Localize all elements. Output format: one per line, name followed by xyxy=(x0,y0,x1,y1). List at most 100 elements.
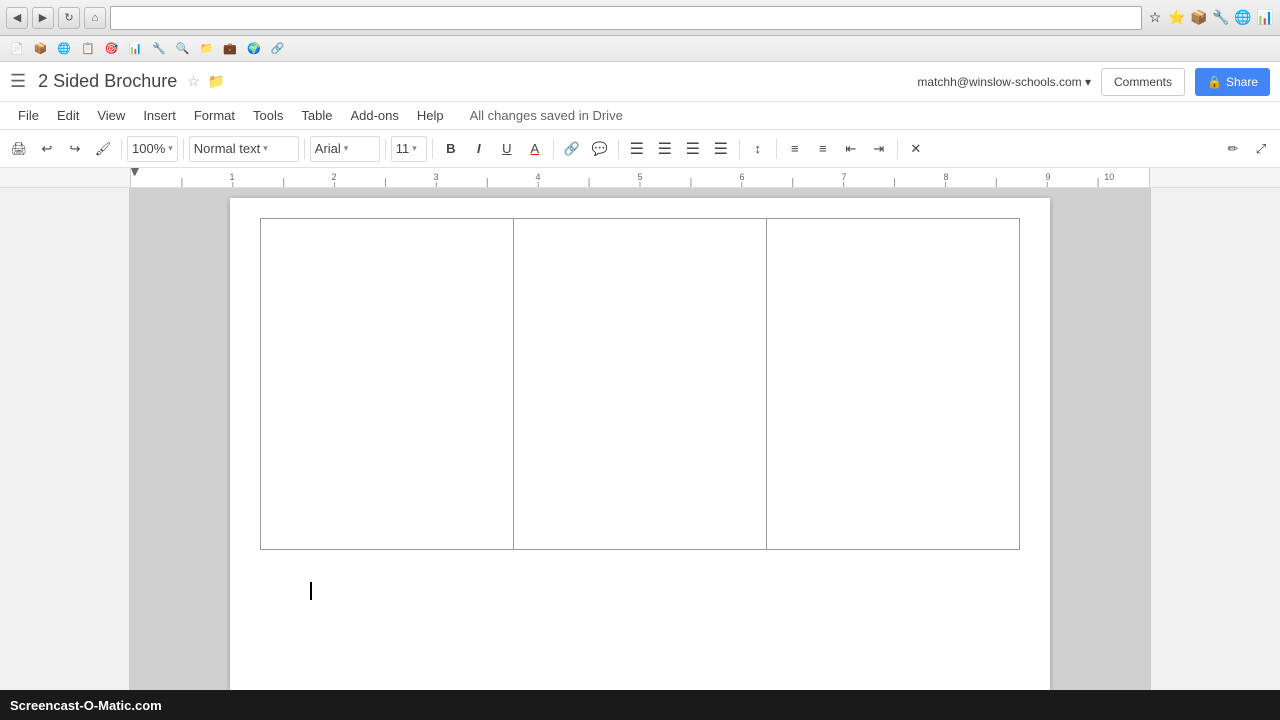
menu-addons[interactable]: Add-ons xyxy=(342,105,406,126)
separator-3 xyxy=(304,139,305,159)
comments-button[interactable]: Comments xyxy=(1101,68,1185,96)
bookmark-star-icon[interactable]: ☆ xyxy=(1146,9,1164,27)
share-button[interactable]: 🔒 Share xyxy=(1195,68,1270,96)
paragraph-style-dropdown[interactable]: Normal text ▾ xyxy=(189,136,299,162)
style-arrow-icon: ▾ xyxy=(263,143,268,154)
insert-comment-button[interactable]: 💬 xyxy=(587,136,613,162)
menu-bar: File Edit View Insert Format Tools Table… xyxy=(0,102,1280,130)
zoom-dropdown[interactable]: 100% ▾ xyxy=(127,136,178,162)
address-bar[interactable]: https://docs.google.com/a/winslow-school… xyxy=(110,6,1142,30)
line-spacing-button[interactable]: ↕ xyxy=(745,136,771,162)
ruler: 1 2 3 4 5 6 7 8 9 10 xyxy=(0,168,1280,188)
print-button[interactable]: 🖨 xyxy=(6,136,32,162)
text-color-button[interactable]: A xyxy=(522,136,548,162)
menu-help[interactable]: Help xyxy=(409,105,452,126)
undo-button[interactable]: ↩ xyxy=(34,136,60,162)
extension-icon-2[interactable]: 📦 xyxy=(1190,9,1208,27)
separator-2 xyxy=(183,139,184,159)
bookmark-6[interactable]: 📊 xyxy=(125,39,147,59)
paint-format-button[interactable]: 🖌 xyxy=(90,136,116,162)
menu-edit[interactable]: Edit xyxy=(49,105,87,126)
menu-insert[interactable]: Insert xyxy=(135,105,184,126)
table-cell-3[interactable] xyxy=(767,219,1019,549)
align-center-button[interactable]: ☰ xyxy=(652,136,678,162)
bookmark-11[interactable]: 🌍 xyxy=(243,39,265,59)
extension-icon-5[interactable]: 📊 xyxy=(1256,9,1274,27)
bookmark-7[interactable]: 🔧 xyxy=(148,39,170,59)
bookmark-8[interactable]: 🔍 xyxy=(172,39,194,59)
user-email[interactable]: matchh@winslow-schools.com ▾ xyxy=(917,75,1091,89)
extension-icon-1[interactable]: ⭐ xyxy=(1168,9,1186,27)
menu-view[interactable]: View xyxy=(89,105,133,126)
separator-1 xyxy=(121,139,122,159)
separator-6 xyxy=(553,139,554,159)
expand-toolbar-button[interactable]: ⤢ xyxy=(1248,136,1274,162)
bookmark-12[interactable]: 🔗 xyxy=(267,39,289,59)
document-page xyxy=(230,198,1050,690)
table-cell-1[interactable] xyxy=(261,219,514,549)
separator-4 xyxy=(385,139,386,159)
increase-indent-button[interactable]: ⇥ xyxy=(866,136,892,162)
menu-table[interactable]: Table xyxy=(293,105,340,126)
saved-status: All changes saved in Drive xyxy=(470,108,623,123)
zoom-arrow-icon: ▾ xyxy=(168,143,173,154)
forward-button[interactable]: ▶ xyxy=(32,7,54,29)
insert-link-button[interactable]: 🔗 xyxy=(559,136,585,162)
separator-9 xyxy=(776,139,777,159)
font-size-value: 11 xyxy=(396,141,410,156)
menu-tools[interactable]: Tools xyxy=(245,105,291,126)
hamburger-menu-icon[interactable]: ☰ xyxy=(10,71,26,92)
separator-7 xyxy=(618,139,619,159)
numbered-list-button[interactable]: ≡ xyxy=(782,136,808,162)
align-left-button[interactable]: ☰ xyxy=(624,136,650,162)
bookmark-4[interactable]: 📋 xyxy=(77,39,99,59)
app-header: ☰ 2 Sided Brochure ☆ 📁 matchh@winslow-sc… xyxy=(0,62,1280,102)
back-button[interactable]: ◀ xyxy=(6,7,28,29)
bookmark-9[interactable]: 📁 xyxy=(196,39,218,59)
document-scroll-area[interactable] xyxy=(130,188,1150,690)
drive-folder-icon[interactable]: 📁 xyxy=(208,73,225,90)
font-size-dropdown[interactable]: 11 ▾ xyxy=(391,136,427,162)
table-cell-2[interactable] xyxy=(514,219,767,549)
bullet-list-button[interactable]: ≡ xyxy=(810,136,836,162)
right-panel xyxy=(1150,188,1280,690)
text-cursor-area xyxy=(310,582,312,600)
refresh-button[interactable]: ↻ xyxy=(58,7,80,29)
font-arrow-icon: ▾ xyxy=(344,143,349,154)
italic-button[interactable]: I xyxy=(466,136,492,162)
bookmark-3[interactable]: 🌐 xyxy=(53,39,75,59)
menu-file[interactable]: File xyxy=(10,105,47,126)
bookmark-1[interactable]: 📄 xyxy=(6,39,28,59)
bookmarks-bar: 📄 📦 🌐 📋 🎯 📊 🔧 🔍 📁 💼 🌍 🔗 xyxy=(0,36,1280,62)
separator-10 xyxy=(897,139,898,159)
bookmark-2[interactable]: 📦 xyxy=(30,39,52,59)
bold-button[interactable]: B xyxy=(438,136,464,162)
text-cursor xyxy=(310,582,312,600)
bookmark-10[interactable]: 💼 xyxy=(219,39,241,59)
align-justify-button[interactable]: ☰ xyxy=(708,136,734,162)
left-panel xyxy=(0,188,130,690)
document-title: 2 Sided Brochure xyxy=(38,71,177,92)
redo-button[interactable]: ↪ xyxy=(62,136,88,162)
zoom-value: 100% xyxy=(132,141,165,156)
font-value: Arial xyxy=(315,141,341,156)
decrease-indent-button[interactable]: ⇤ xyxy=(838,136,864,162)
home-button[interactable]: ⌂ xyxy=(84,7,106,29)
clear-format-button[interactable]: ✕ xyxy=(903,136,929,162)
pencil-mode-button[interactable]: ✏ xyxy=(1220,136,1246,162)
share-lock-icon: 🔒 xyxy=(1207,75,1222,89)
font-dropdown[interactable]: Arial ▾ xyxy=(310,136,380,162)
paragraph-style-value: Normal text xyxy=(194,141,260,156)
ruler-inner xyxy=(130,168,1150,187)
bookmark-5[interactable]: 🎯 xyxy=(101,39,123,59)
extension-icon-3[interactable]: 🔧 xyxy=(1212,9,1230,27)
url-input[interactable]: https://docs.google.com/a/winslow-school… xyxy=(117,11,1135,25)
separator-5 xyxy=(432,139,433,159)
menu-format[interactable]: Format xyxy=(186,105,243,126)
align-right-button[interactable]: ☰ xyxy=(680,136,706,162)
underline-button[interactable]: U xyxy=(494,136,520,162)
text-color-label: A xyxy=(530,141,539,156)
extension-icon-4[interactable]: 🌐 xyxy=(1234,9,1252,27)
bottom-bar: Screencast-O-Matic.com xyxy=(0,690,1280,720)
favorite-star-icon[interactable]: ☆ xyxy=(187,73,200,90)
